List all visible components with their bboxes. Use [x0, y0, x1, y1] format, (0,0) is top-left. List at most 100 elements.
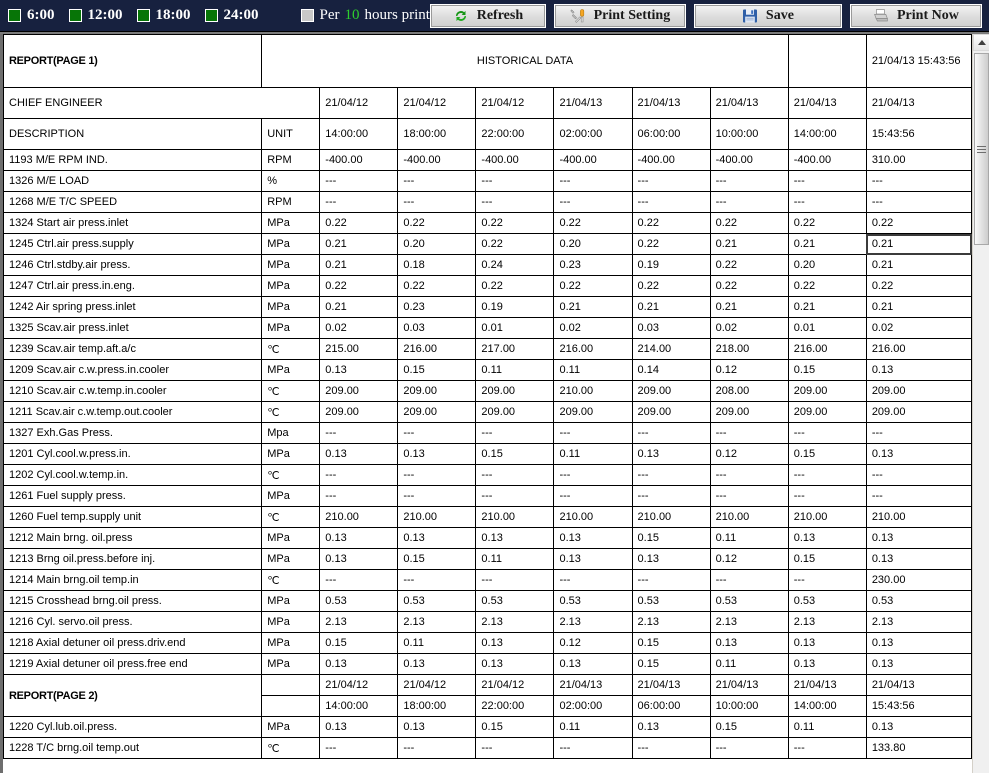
data-cell[interactable]: 0.13 — [631, 716, 711, 738]
data-cell[interactable]: 0.13 — [553, 653, 633, 675]
data-cell[interactable]: 2.13 — [865, 611, 972, 633]
data-cell[interactable]: 0.22 — [787, 212, 867, 234]
data-cell[interactable]: --- — [319, 485, 399, 507]
data-cell[interactable]: 0.53 — [865, 590, 972, 612]
data-cell[interactable]: 2.13 — [787, 611, 867, 633]
data-cell[interactable]: 209.00 — [319, 380, 399, 402]
data-cell[interactable]: --- — [475, 170, 555, 192]
data-cell[interactable]: 0.21 — [319, 254, 399, 276]
data-cell[interactable]: 230.00 — [865, 569, 972, 591]
data-cell[interactable]: --- — [553, 569, 633, 591]
checkbox-24-icon[interactable] — [204, 9, 218, 22]
data-cell[interactable]: 0.15 — [631, 653, 711, 675]
data-cell[interactable]: 0.19 — [475, 296, 555, 318]
checkbox-6-icon[interactable] — [8, 9, 21, 22]
data-cell[interactable]: --- — [319, 737, 399, 759]
data-cell[interactable]: 0.13 — [475, 632, 555, 654]
data-cell[interactable]: 0.22 — [553, 275, 633, 297]
data-cell[interactable]: 0.15 — [397, 359, 477, 381]
data-cell[interactable]: 0.22 — [631, 275, 711, 297]
data-cell[interactable]: 0.22 — [397, 275, 477, 297]
data-cell[interactable]: 0.03 — [397, 317, 477, 339]
data-cell[interactable]: --- — [709, 464, 789, 486]
data-cell[interactable]: 0.21 — [319, 296, 399, 318]
data-cell[interactable]: --- — [865, 422, 972, 444]
data-cell[interactable]: --- — [475, 191, 555, 213]
data-cell[interactable]: 0.22 — [709, 254, 789, 276]
data-cell[interactable]: 310.00 — [865, 149, 972, 171]
data-cell[interactable]: --- — [553, 170, 633, 192]
data-cell[interactable]: 0.13 — [865, 443, 972, 465]
data-cell[interactable]: 0.13 — [865, 632, 972, 654]
data-cell[interactable]: --- — [709, 737, 789, 759]
data-cell[interactable]: 215.00 — [319, 338, 399, 360]
data-cell[interactable]: 0.13 — [787, 632, 867, 654]
data-cell[interactable]: 0.53 — [709, 590, 789, 612]
data-cell[interactable]: --- — [787, 464, 867, 486]
data-cell[interactable]: --- — [631, 170, 711, 192]
data-cell[interactable]: --- — [475, 422, 555, 444]
data-cell[interactable]: 0.13 — [865, 716, 972, 738]
data-cell[interactable]: --- — [475, 464, 555, 486]
data-cell[interactable]: 209.00 — [319, 401, 399, 423]
data-cell[interactable]: --- — [553, 422, 633, 444]
data-cell[interactable]: 0.23 — [397, 296, 477, 318]
data-cell[interactable]: --- — [319, 170, 399, 192]
data-cell[interactable]: --- — [709, 170, 789, 192]
per-hours-input[interactable]: 10 — [345, 7, 360, 24]
data-cell[interactable]: -400.00 — [709, 149, 789, 171]
data-cell[interactable]: 0.15 — [631, 527, 711, 549]
data-cell[interactable]: 0.02 — [865, 317, 972, 339]
data-cell[interactable]: 0.13 — [865, 548, 972, 570]
data-cell[interactable]: 0.22 — [553, 212, 633, 234]
data-cell[interactable]: 0.24 — [475, 254, 555, 276]
data-cell[interactable]: 218.00 — [709, 338, 789, 360]
data-cell[interactable]: 210.00 — [631, 506, 711, 528]
data-cell[interactable]: 0.22 — [475, 212, 555, 234]
data-cell[interactable]: 0.18 — [397, 254, 477, 276]
data-cell[interactable]: 0.13 — [397, 653, 477, 675]
data-cell[interactable]: 209.00 — [787, 380, 867, 402]
data-cell[interactable]: 0.21 — [787, 296, 867, 318]
report-grid-scroll-container[interactable]: REPORT(PAGE 1) HISTORICAL DATA 21/04/13 15… — [0, 34, 972, 773]
data-cell[interactable]: --- — [319, 191, 399, 213]
data-cell[interactable]: 0.22 — [319, 275, 399, 297]
data-cell[interactable]: --- — [553, 485, 633, 507]
data-cell[interactable]: 0.03 — [631, 317, 711, 339]
data-cell[interactable]: --- — [397, 191, 477, 213]
data-cell[interactable]: 0.15 — [787, 548, 867, 570]
data-cell[interactable]: --- — [787, 170, 867, 192]
data-cell[interactable]: 2.13 — [553, 611, 633, 633]
data-cell[interactable]: --- — [865, 170, 972, 192]
data-cell[interactable]: 0.21 — [709, 233, 789, 255]
data-cell[interactable]: 0.02 — [319, 317, 399, 339]
data-cell[interactable]: 2.13 — [397, 611, 477, 633]
data-cell[interactable]: 0.13 — [319, 653, 399, 675]
data-cell[interactable]: 209.00 — [397, 380, 477, 402]
data-cell[interactable]: 0.13 — [709, 632, 789, 654]
data-cell[interactable]: 0.53 — [787, 590, 867, 612]
data-cell[interactable]: 0.13 — [865, 359, 972, 381]
time-checkbox-18[interactable]: 18:00 — [136, 7, 191, 24]
save-button[interactable]: Save — [693, 3, 842, 28]
data-cell[interactable]: --- — [397, 170, 477, 192]
time-checkbox-6[interactable]: 6:00 — [8, 7, 55, 24]
data-cell[interactable]: 0.53 — [397, 590, 477, 612]
data-cell[interactable]: 209.00 — [475, 380, 555, 402]
data-cell[interactable]: 0.53 — [319, 590, 399, 612]
data-cell[interactable]: 0.13 — [865, 527, 972, 549]
data-cell[interactable]: --- — [397, 569, 477, 591]
data-cell[interactable]: 0.13 — [397, 716, 477, 738]
data-cell[interactable]: 0.13 — [631, 443, 711, 465]
data-cell[interactable]: 0.11 — [553, 443, 633, 465]
data-cell[interactable]: --- — [397, 737, 477, 759]
data-cell[interactable]: -400.00 — [475, 149, 555, 171]
scrollbar-thumb[interactable] — [974, 53, 989, 245]
data-cell[interactable]: 0.21 — [865, 254, 972, 276]
data-cell[interactable]: 0.11 — [709, 527, 789, 549]
data-cell[interactable]: --- — [709, 422, 789, 444]
data-cell[interactable]: 0.13 — [475, 527, 555, 549]
data-cell[interactable]: --- — [865, 191, 972, 213]
data-cell[interactable]: 0.13 — [787, 653, 867, 675]
data-cell[interactable]: --- — [631, 191, 711, 213]
